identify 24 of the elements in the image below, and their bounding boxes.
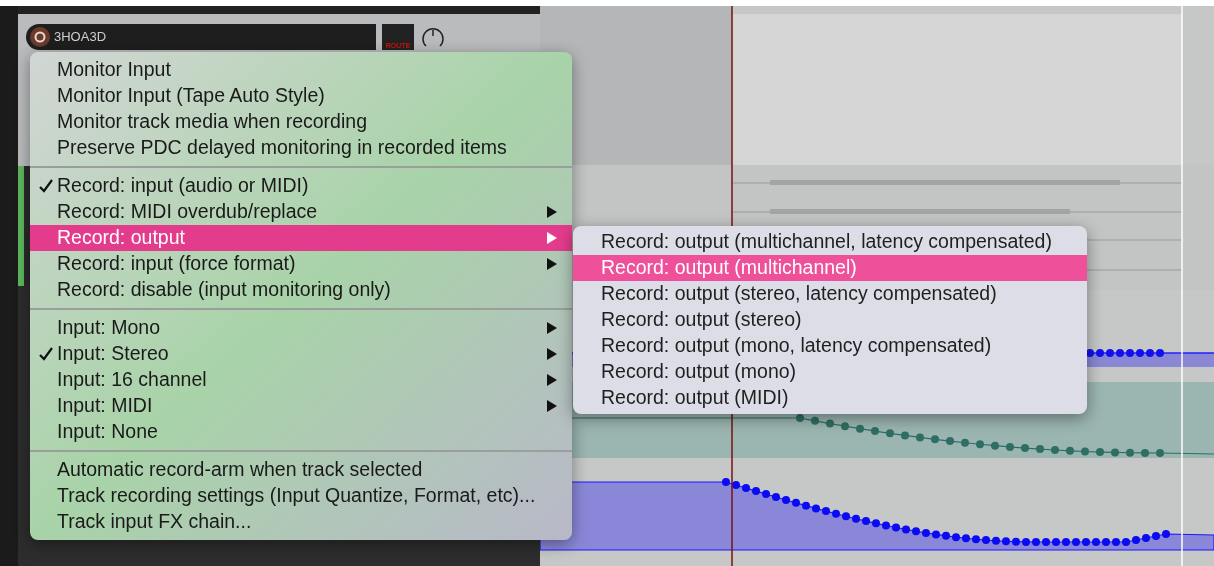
menu-item[interactable]: Input: MIDI — [30, 393, 572, 419]
menu-item[interactable]: Record: MIDI overdub/replace — [30, 199, 572, 225]
menu-item[interactable]: Record: disable (input monitoring only) — [30, 277, 572, 303]
menu-item[interactable]: Record: output (stereo, latency compensated) — [573, 281, 1087, 307]
menu-item[interactable]: Record: output (mono, latency compensated) — [573, 333, 1087, 359]
menu-item[interactable]: Track input FX chain... — [30, 509, 572, 535]
track-name-field[interactable]: 3HOA3D — [26, 24, 376, 50]
menu-item[interactable]: Input: Stereo — [30, 341, 572, 367]
menu-item[interactable]: Input: None — [30, 419, 572, 445]
menu-item[interactable]: Monitor Input (Tape Auto Style) — [30, 83, 572, 109]
menu-item[interactable]: Automatic record-arm when track selected — [30, 457, 572, 483]
menu-item[interactable]: Input: Mono — [30, 315, 572, 341]
menu-item[interactable]: Record: output (multichannel, latency compensated) — [573, 229, 1087, 255]
menu-item[interactable]: Record: output — [30, 225, 572, 251]
menu-item[interactable]: Monitor track media when recording — [30, 109, 572, 135]
menu-item[interactable]: Track recording settings (Input Quantize, Format, etc)... — [30, 483, 572, 509]
menu-item[interactable]: Record: input (force format) — [30, 251, 572, 277]
menu-item[interactable]: Record: output (mono) — [573, 359, 1087, 385]
menu-item[interactable]: Monitor Input — [30, 57, 572, 83]
menu-item[interactable]: Input: 16 channel — [30, 367, 572, 393]
menu-item[interactable]: Preserve PDC delayed monitoring in recorded items — [30, 135, 572, 161]
menu-item[interactable]: Record: output (stereo) — [573, 307, 1087, 333]
menu-item[interactable]: Record: input (audio or MIDI) — [30, 173, 572, 199]
record-arm-icon[interactable] — [30, 27, 50, 47]
